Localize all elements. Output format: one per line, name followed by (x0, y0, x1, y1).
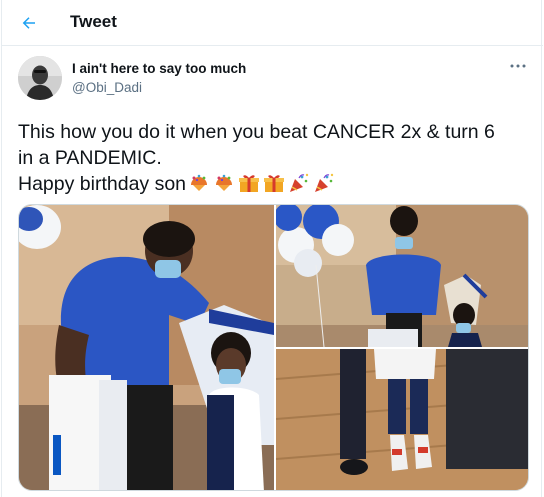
back-button[interactable] (14, 8, 44, 38)
more-icon (510, 64, 526, 68)
avatar-image (18, 56, 62, 100)
author-handle[interactable]: @Obi_Dadi (72, 80, 142, 95)
tweet-detail-column: Tweet I ain't here to say too much @Obi_… (1, 0, 543, 497)
avatar[interactable] (18, 56, 62, 100)
top-bar: Tweet (2, 0, 543, 46)
page-title: Tweet (70, 12, 117, 31)
photo-2-image (276, 205, 528, 347)
party-popper-icon (290, 173, 309, 192)
tweet-media-grid (18, 204, 529, 491)
arrow-left-icon (22, 17, 35, 29)
author-display-name[interactable]: I ain't here to say too much (72, 61, 246, 76)
photo-1[interactable] (19, 205, 274, 490)
wrapped-gift-icon (239, 175, 260, 192)
tweet-line-3: Happy birthday son (18, 171, 533, 197)
wrapped-gift-icon (264, 175, 285, 192)
party-popper-icon (315, 173, 334, 192)
tweet-line-2: in a PANDEMIC. (18, 147, 162, 169)
photo-2[interactable] (276, 205, 528, 347)
tweet-line-3-text: Happy birthday son (18, 173, 187, 195)
photo-3[interactable] (276, 349, 528, 490)
photo-3-image (276, 349, 528, 490)
emoji-row (188, 173, 335, 193)
confetti-ball-icon (216, 174, 233, 191)
tweet-line-1: This how you do it when you beat CANCER … (18, 121, 495, 143)
photo-1-image (19, 205, 274, 490)
confetti-ball-icon (191, 174, 208, 191)
more-options-button[interactable] (506, 58, 530, 74)
tweet-text: This how you do it when you beat CANCER … (18, 119, 533, 197)
